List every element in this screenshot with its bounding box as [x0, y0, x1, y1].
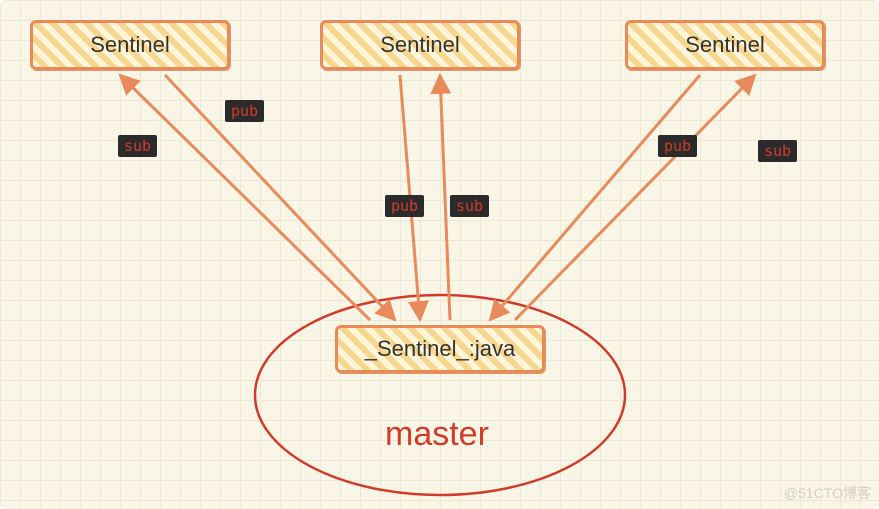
sentinel-label: Sentinel: [380, 34, 460, 56]
arrow-s2-sub: [440, 75, 450, 320]
arrow-s3-pub: [490, 75, 700, 320]
channel-label: _Sentinel_:java: [365, 338, 515, 360]
tag-s3-pub: pub: [658, 135, 697, 157]
tag-s3-sub: sub: [758, 140, 797, 162]
channel-box: _Sentinel_:java: [335, 325, 545, 373]
tag-s2-sub: sub: [450, 195, 489, 217]
sentinel-box-1: Sentinel: [30, 20, 230, 70]
diagram-canvas: Sentinel Sentinel Sentinel _Sentinel_:ja…: [0, 0, 879, 509]
tag-s1-pub: pub: [225, 100, 264, 122]
sentinel-label: Sentinel: [685, 34, 765, 56]
watermark: @51CTO博客: [784, 483, 871, 503]
arrow-s3-sub: [515, 75, 755, 320]
sentinel-label: Sentinel: [90, 34, 170, 56]
master-label: master: [385, 415, 489, 454]
tag-s2-pub: pub: [385, 195, 424, 217]
sentinel-box-3: Sentinel: [625, 20, 825, 70]
sentinel-box-2: Sentinel: [320, 20, 520, 70]
tag-s1-sub: sub: [118, 135, 157, 157]
arrow-s1-pub: [165, 75, 395, 320]
